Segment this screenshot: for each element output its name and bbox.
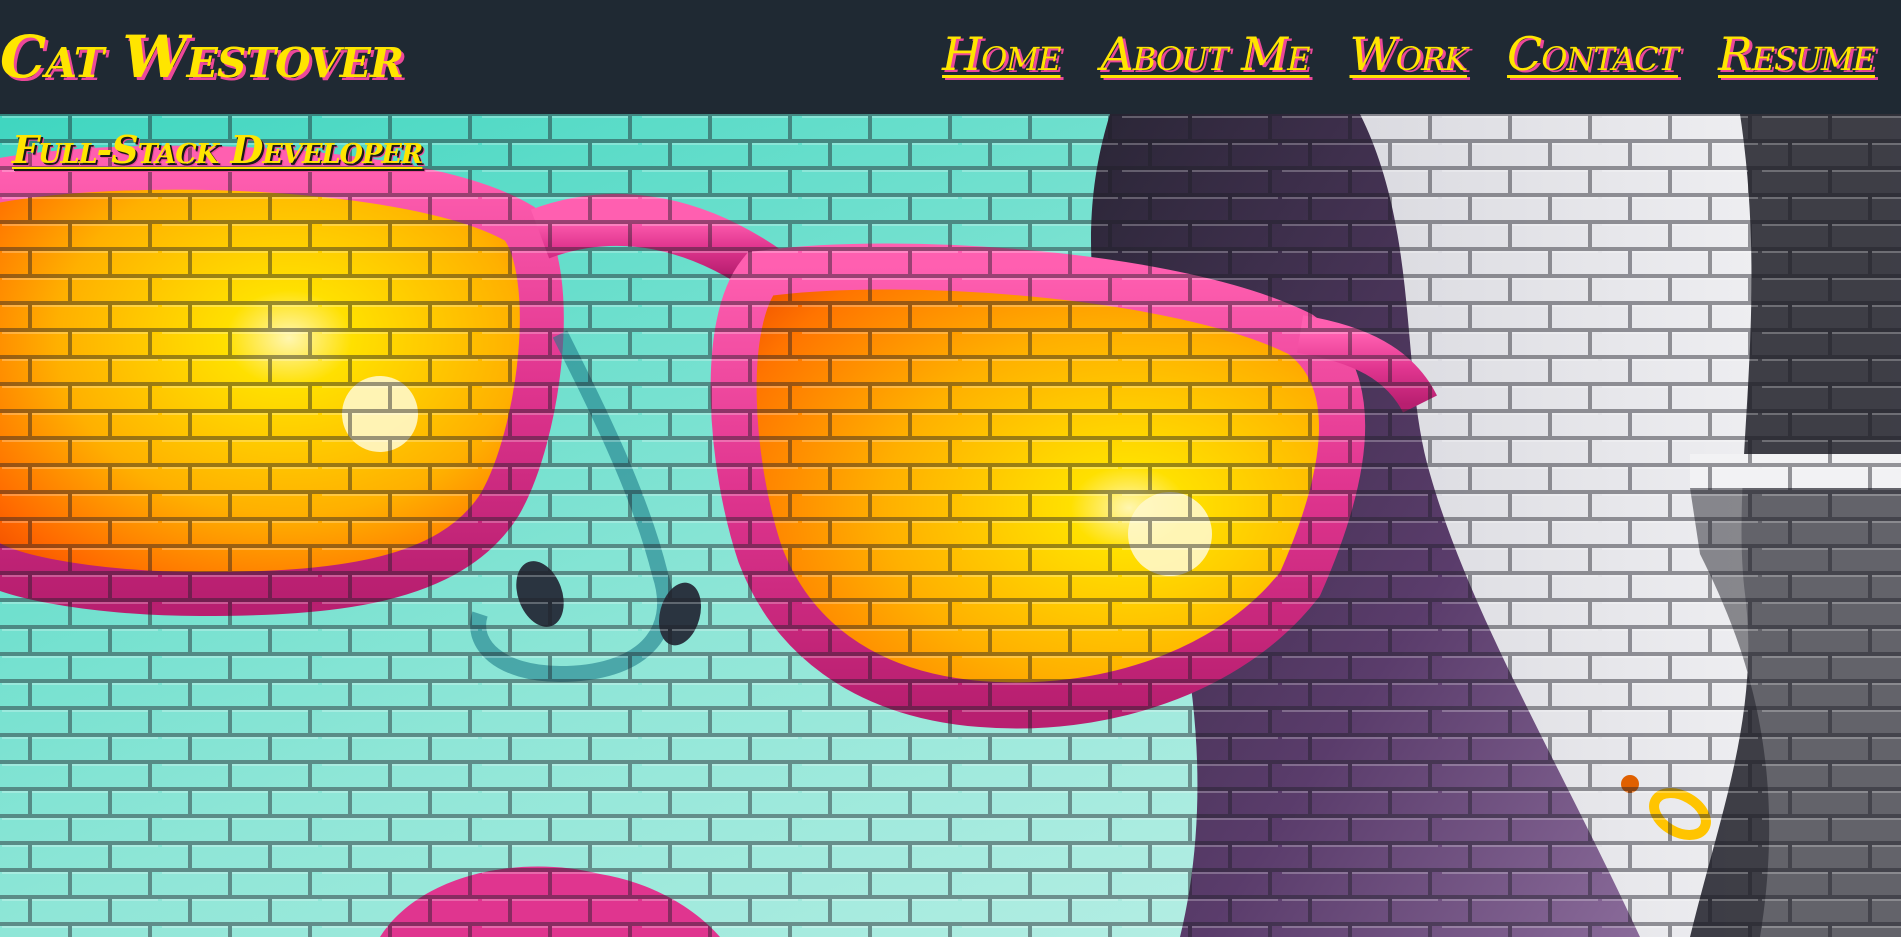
graffiti-mural-image — [0, 114, 1901, 937]
hero-subtitle: Full-Stack Developer — [12, 127, 423, 172]
main-nav: Home About Me Work Contact Resume — [942, 24, 1876, 84]
nav-resume-link[interactable]: Resume — [1718, 24, 1876, 84]
site-logo[interactable]: Cat Westover — [0, 22, 404, 92]
site-header: Cat Westover Home About Me Work Contact … — [0, 0, 1901, 114]
nav-contact-link[interactable]: Contact — [1507, 24, 1679, 84]
nav-home-link[interactable]: Home — [942, 24, 1061, 84]
nav-work-link[interactable]: Work — [1350, 24, 1469, 84]
nav-about-me-link[interactable]: About Me — [1101, 24, 1311, 84]
hero-banner — [0, 114, 1901, 937]
